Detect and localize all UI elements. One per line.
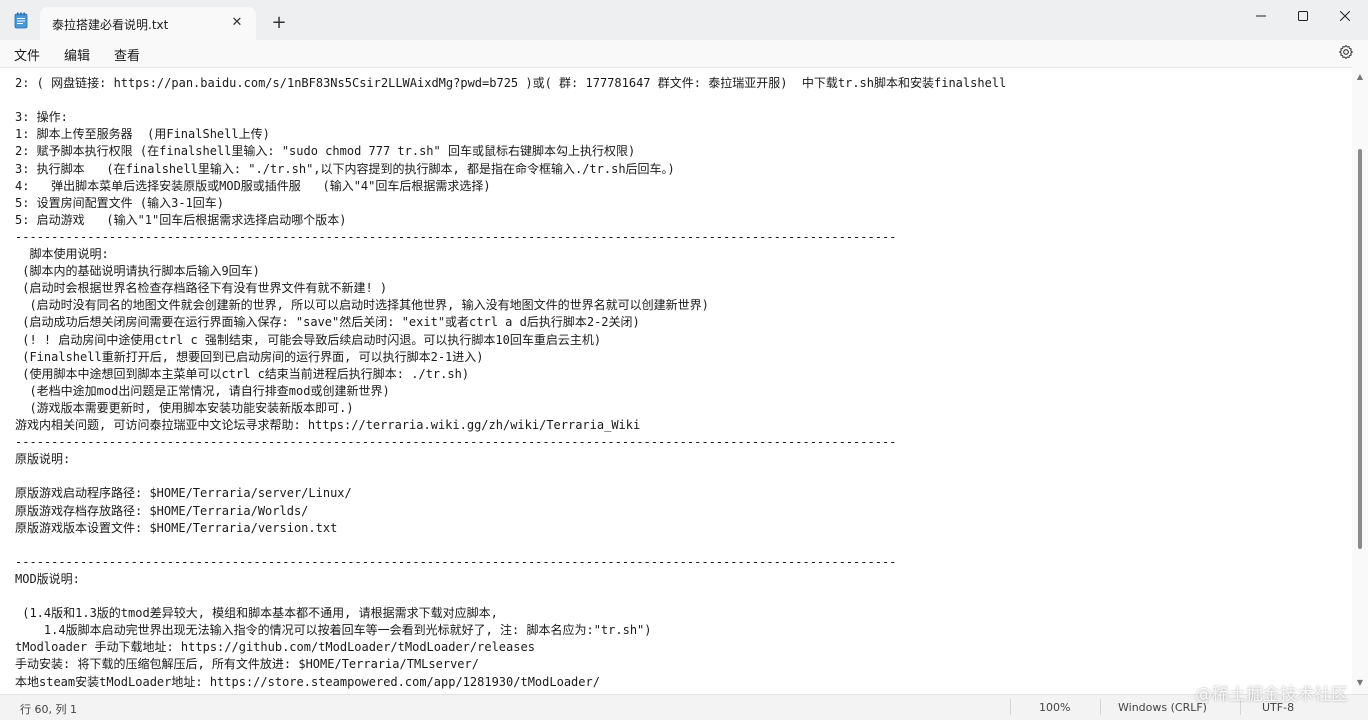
- text-line: (老档中途加mod出问题是正常情况, 请自行排查mod或创建新世界): [15, 383, 390, 398]
- tab-document[interactable]: 泰拉搭建必看说明.txt ✕: [40, 7, 256, 40]
- text-line: 本地steam安装tModLoader地址: https://store.ste…: [15, 674, 600, 689]
- menu-view[interactable]: 查看: [114, 45, 140, 64]
- text-line: (脚本内的基础说明请执行脚本后输入9回车): [15, 264, 260, 279]
- text-line: 原版游戏版本设置文件: $HOME/Terraria/version.txt: [15, 520, 338, 535]
- minimize-button[interactable]: [1238, 0, 1284, 32]
- cursor-position: 行 60, 列 1: [20, 703, 77, 716]
- line-ending[interactable]: Windows (CRLF): [1118, 701, 1207, 714]
- gear-icon[interactable]: [1338, 44, 1354, 60]
- menu-file[interactable]: 文件: [14, 45, 40, 64]
- notepad-window: 泰拉搭建必看说明.txt ✕ + 文件 编辑 查看 2: ( 网盘链接: htt…: [0, 0, 1368, 720]
- text-line: 1.4版脚本启动完世界出现无法输入指令的情况可以按着回车等一会看到光标就好了, …: [15, 623, 652, 638]
- menu-edit[interactable]: 编辑: [64, 45, 90, 64]
- scroll-up-icon[interactable]: ▲: [1356, 73, 1364, 81]
- text-editor[interactable]: 2: ( 网盘链接: https://pan.baidu.com/s/1nBF8…: [0, 67, 1352, 695]
- status-bar: 行 60, 列 1 100% Windows (CRLF) UTF-8: [0, 694, 1368, 720]
- scrollbar-thumb[interactable]: [1358, 149, 1362, 549]
- text-line: (启动时没有同名的地图文件就会创建新的世界, 所以可以启动时选择其他世界, 输入…: [15, 298, 709, 313]
- text-line: (启动成功后想关闭房间需要在运行界面输入保存: "save"然后关闭: "exi…: [15, 315, 640, 330]
- text-line: 2: 赋予脚本执行权限 (在finalshell里输入: "sudo chmod…: [15, 144, 636, 159]
- text-line: 3: 操作:: [15, 110, 68, 125]
- text-line: tModloader 手动下载地址: https://github.com/tM…: [15, 640, 535, 655]
- text-line: (! ! 启动房间中途使用ctrl c 强制结束, 可能会导致后续启动时闪退。可…: [15, 332, 602, 347]
- scroll-down-icon[interactable]: ▼: [1356, 679, 1364, 687]
- text-line: 原版说明:: [15, 452, 71, 467]
- text-line: 2: ( 网盘链接: https://pan.baidu.com/s/1nBF8…: [15, 76, 1007, 90]
- maximize-icon: [1298, 11, 1308, 21]
- tab-close-icon[interactable]: ✕: [228, 14, 246, 32]
- text-line: (启动时会根据世界名检查存档路径下有没有世界文件有就不新建! ): [15, 281, 388, 296]
- text-line: (Finalshell重新打开后, 想要回到已启动房间的运行界面, 可以执行脚本…: [15, 349, 484, 364]
- text-line: 5: 启动游戏 (输入"1"回车后根据需求选择启动哪个版本): [15, 212, 347, 227]
- text-line: 脚本使用说明:: [15, 247, 109, 261]
- text-line: ----------------------------------------…: [15, 435, 897, 450]
- status-divider: [1100, 699, 1101, 715]
- text-line: 3: 执行脚本 (在finalshell里输入: "./tr.sh",以下内容提…: [15, 161, 675, 176]
- vertical-scrollbar[interactable]: ▲ ▼: [1352, 67, 1368, 694]
- text-line: (使用脚本中途想回到脚本主菜单可以ctrl c结束当前进程后执行脚本: ./tr…: [15, 366, 470, 381]
- text-line: 5: 设置房间配置文件 (输入3-1回车): [15, 195, 225, 210]
- text-line: ----------------------------------------…: [15, 229, 897, 244]
- text-line: 原版游戏存档存放路径: $HOME/Terraria/Worlds/: [15, 503, 309, 518]
- close-button[interactable]: [1322, 0, 1368, 32]
- status-divider: [1010, 699, 1011, 715]
- minimize-icon: [1256, 15, 1266, 17]
- text-line: MOD版说明:: [15, 571, 80, 586]
- zoom-level[interactable]: 100%: [1039, 701, 1070, 714]
- tab-title: 泰拉搭建必看说明.txt: [52, 18, 169, 32]
- text-line: (游戏版本需要更新时, 使用脚本安装功能安装新版本即可.): [15, 400, 354, 415]
- menu-bar: 文件 编辑 查看: [0, 40, 1368, 67]
- close-icon: [1340, 11, 1350, 21]
- text-line: 4: 弹出脚本菜单后选择安装原版或MOD服或插件服 (输入"4"回车后根据需求选…: [15, 178, 491, 193]
- text-line: (1.4版和1.3版的tmod差异较大, 模组和脚本基本都不通用, 请根据需求下…: [15, 606, 498, 621]
- new-tab-button[interactable]: +: [268, 12, 290, 34]
- maximize-button[interactable]: [1280, 0, 1326, 32]
- text-line: 手动安装: 将下载的压缩包解压后, 所有文件放进: $HOME/Terraria…: [15, 657, 479, 672]
- text-line: 原版游戏启动程序路径: $HOME/Terraria/server/Linux/: [15, 486, 352, 501]
- text-line: ----------------------------------------…: [15, 554, 897, 569]
- notepad-icon: [14, 12, 28, 29]
- watermark-text: @稀土掘金技术社区: [1195, 685, 1348, 705]
- title-bar: 泰拉搭建必看说明.txt ✕ +: [0, 0, 1368, 40]
- text-line: 游戏内相关问题, 可访问泰拉瑞亚中文论坛寻求帮助: https://terrar…: [15, 418, 641, 432]
- text-line: 1: 脚本上传至服务器 (用FinalShell上传): [15, 127, 270, 142]
